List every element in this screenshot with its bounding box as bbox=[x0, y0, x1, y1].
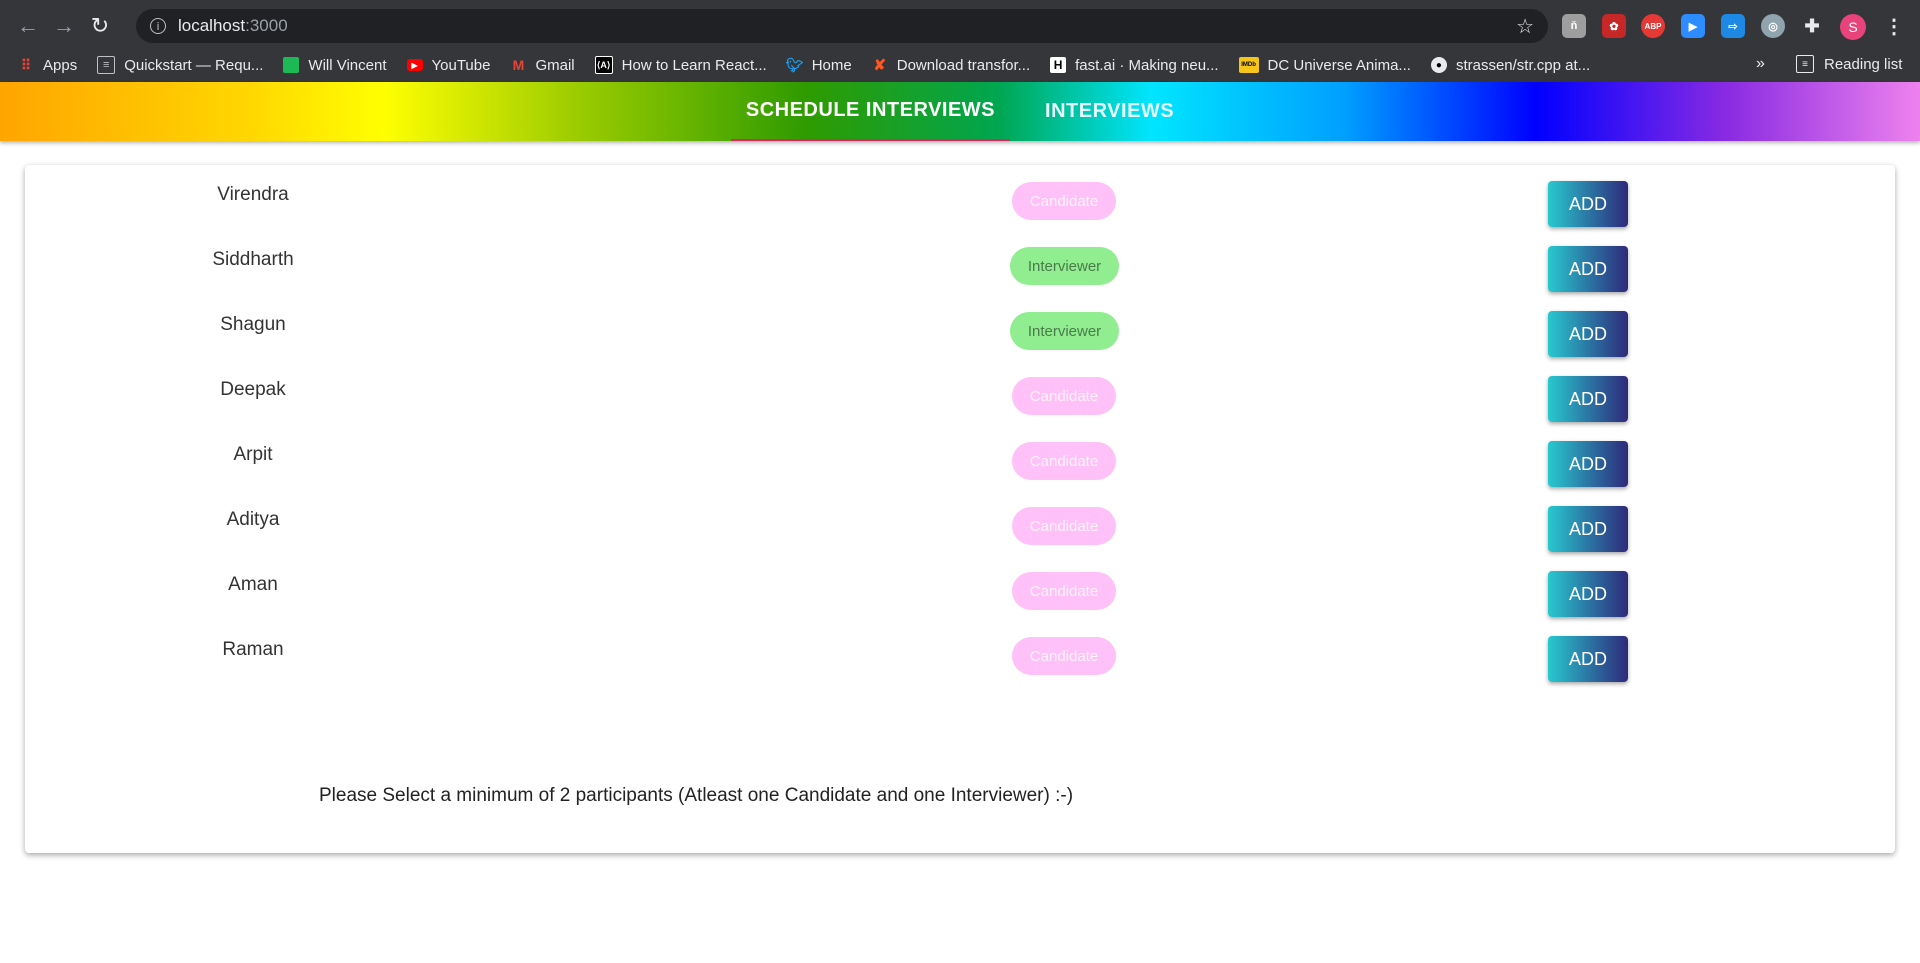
reading-list-icon: ≡ bbox=[1796, 55, 1814, 73]
extension-6-icon[interactable]: ◎ bbox=[1761, 14, 1785, 38]
url-port: :3000 bbox=[245, 16, 288, 35]
bookmark-label: Home bbox=[811, 56, 852, 74]
extension-1-icon[interactable]: ň bbox=[1562, 14, 1586, 38]
bookmark-label: Download transfor... bbox=[896, 56, 1031, 74]
profile-avatar[interactable]: S bbox=[1840, 14, 1866, 40]
extension-2-icon[interactable]: ✿ bbox=[1602, 14, 1626, 38]
twitter-icon: 🐦︎ bbox=[785, 56, 804, 73]
reading-list-button[interactable]: ≡ Reading list bbox=[1796, 55, 1902, 73]
bookmark-gmail[interactable]: M Gmail bbox=[510, 56, 575, 74]
will-vincent-icon bbox=[283, 57, 300, 73]
bookmark-react[interactable]: ⟨A⟩ How to Learn React... bbox=[594, 56, 767, 74]
browser-toolbar: ← → ↻ i localhost:3000 ☆ ň ✿ ABP ▶ ⇨ ◎ ✚… bbox=[0, 4, 1920, 48]
imdb-icon: IMDb bbox=[1238, 57, 1259, 73]
add-participant-button[interactable]: ADD bbox=[1548, 311, 1628, 357]
participants-card: Virendra Candidate ADD Siddharth Intervi… bbox=[25, 165, 1895, 853]
site-info-icon[interactable]: i bbox=[150, 18, 166, 34]
bookmark-label: Will Vincent bbox=[308, 56, 387, 74]
bookmark-label: Quickstart — Requ... bbox=[124, 56, 264, 74]
apps-grid-icon: ⠿ bbox=[20, 56, 32, 73]
bookmark-label: How to Learn React... bbox=[621, 56, 767, 74]
github-icon: ● bbox=[1430, 57, 1447, 73]
add-participant-button[interactable]: ADD bbox=[1548, 181, 1628, 227]
forward-icon[interactable]: → bbox=[46, 8, 82, 44]
participant-row: Aman Candidate ADD bbox=[25, 562, 1895, 627]
reading-list-label: Reading list bbox=[1824, 55, 1903, 73]
participant-name: Siddharth bbox=[212, 249, 294, 270]
abp-label: ABP bbox=[1644, 21, 1662, 31]
role-badge-candidate: Candidate bbox=[1012, 637, 1116, 675]
address-bar[interactable]: i localhost:3000 ☆ bbox=[136, 9, 1548, 43]
bookmark-quickstart[interactable]: ≡ Quickstart — Requ... bbox=[97, 56, 263, 74]
participant-row: Shagun Interviewer ADD bbox=[25, 302, 1895, 367]
participant-row: Arpit Candidate ADD bbox=[25, 432, 1895, 497]
participant-name: Raman bbox=[222, 639, 284, 660]
bookmark-strassen[interactable]: ● strassen/str.cpp at... bbox=[1430, 56, 1591, 74]
gmail-icon: M bbox=[512, 57, 525, 73]
browser-menu-icon[interactable]: ⋮ bbox=[1884, 14, 1904, 39]
tab-schedule-interviews[interactable]: SCHEDULE INTERVIEWS bbox=[730, 82, 1011, 141]
role-badge-interviewer: Interviewer bbox=[1010, 247, 1119, 285]
bookmark-apps[interactable]: ⠿ Apps bbox=[18, 57, 77, 74]
bookmarks-bar: ⠿ Apps ≡ Quickstart — Requ... Will Vincent… bbox=[0, 48, 1920, 82]
participant-row: Raman Candidate ADD bbox=[25, 627, 1895, 692]
url-text[interactable]: localhost:3000 bbox=[178, 16, 288, 36]
participant-row: Virendra Candidate ADD bbox=[25, 172, 1895, 237]
participant-name: Aman bbox=[228, 574, 278, 595]
add-participant-button[interactable]: ADD bbox=[1548, 376, 1628, 422]
add-participant-button[interactable]: ADD bbox=[1548, 441, 1628, 487]
role-badge-candidate: Candidate bbox=[1012, 182, 1116, 220]
hackernews-icon: H bbox=[1050, 57, 1067, 73]
bookmark-label: DC Universe Anima... bbox=[1267, 56, 1411, 74]
zoom-extension-icon[interactable]: ▶ bbox=[1681, 14, 1705, 38]
react-icon: ⟨A⟩ bbox=[594, 56, 613, 74]
selection-hint: Please Select a minimum of 2 participant… bbox=[319, 785, 1074, 806]
youtube-icon: ▶ bbox=[406, 59, 423, 71]
participant-name: Aditya bbox=[226, 509, 280, 530]
bookmark-home[interactable]: 🐦︎ Home bbox=[785, 56, 852, 74]
app-navbar: SCHEDULE INTERVIEWS INTERVIEWS bbox=[0, 82, 1920, 141]
extensions-puzzle-icon[interactable]: ✚ bbox=[1800, 14, 1824, 38]
quickstart-icon: ≡ bbox=[97, 56, 116, 74]
x-icon: ✘ bbox=[873, 57, 887, 74]
bookmark-label: fast.ai · Making neu... bbox=[1075, 56, 1219, 74]
bookmark-fastai[interactable]: Hfast.ai · Making neu... bbox=[1050, 56, 1219, 74]
bookmark-youtube[interactable]: ▶ YouTube bbox=[406, 56, 491, 74]
bookmark-label: Apps bbox=[43, 56, 78, 74]
add-participant-button[interactable]: ADD bbox=[1548, 506, 1628, 552]
bookmark-download-transformers[interactable]: ✘ Download transfor... bbox=[872, 56, 1031, 75]
role-badge-interviewer: Interviewer bbox=[1010, 312, 1119, 350]
bookmark-star-icon[interactable]: ☆ bbox=[1516, 14, 1534, 39]
adblock-plus-icon[interactable]: ABP bbox=[1641, 14, 1665, 38]
participant-name: Virendra bbox=[217, 184, 289, 205]
participant-row: Deepak Candidate ADD bbox=[25, 367, 1895, 432]
role-badge-candidate: Candidate bbox=[1012, 442, 1116, 480]
participant-row: Siddharth Interviewer ADD bbox=[25, 237, 1895, 302]
bookmark-label: YouTube bbox=[431, 56, 491, 74]
back-icon[interactable]: ← bbox=[10, 8, 46, 44]
bookmark-will-vincent[interactable]: Will Vincent bbox=[283, 56, 387, 74]
add-participant-button[interactable]: ADD bbox=[1548, 571, 1628, 617]
more-bookmarks-icon[interactable]: » bbox=[1756, 55, 1765, 73]
bookmark-label: strassen/str.cpp at... bbox=[1455, 56, 1591, 74]
add-participant-button[interactable]: ADD bbox=[1548, 246, 1628, 292]
bookmark-label: Gmail bbox=[535, 56, 575, 74]
reload-icon[interactable]: ↻ bbox=[82, 8, 118, 44]
bookmark-dc-universe[interactable]: IMDb DC Universe Anima... bbox=[1238, 56, 1411, 74]
add-participant-button[interactable]: ADD bbox=[1548, 636, 1628, 682]
participant-name: Arpit bbox=[233, 444, 273, 465]
role-badge-candidate: Candidate bbox=[1012, 507, 1116, 545]
role-badge-candidate: Candidate bbox=[1012, 572, 1116, 610]
extension-5-icon[interactable]: ⇨ bbox=[1721, 14, 1745, 38]
url-host: localhost bbox=[178, 16, 246, 35]
role-badge-candidate: Candidate bbox=[1012, 377, 1116, 415]
participant-name: Deepak bbox=[220, 379, 286, 400]
participant-name: Shagun bbox=[220, 314, 286, 335]
tab-interviews[interactable]: INTERVIEWS bbox=[1030, 82, 1189, 141]
participant-row: Aditya Candidate ADD bbox=[25, 497, 1895, 562]
